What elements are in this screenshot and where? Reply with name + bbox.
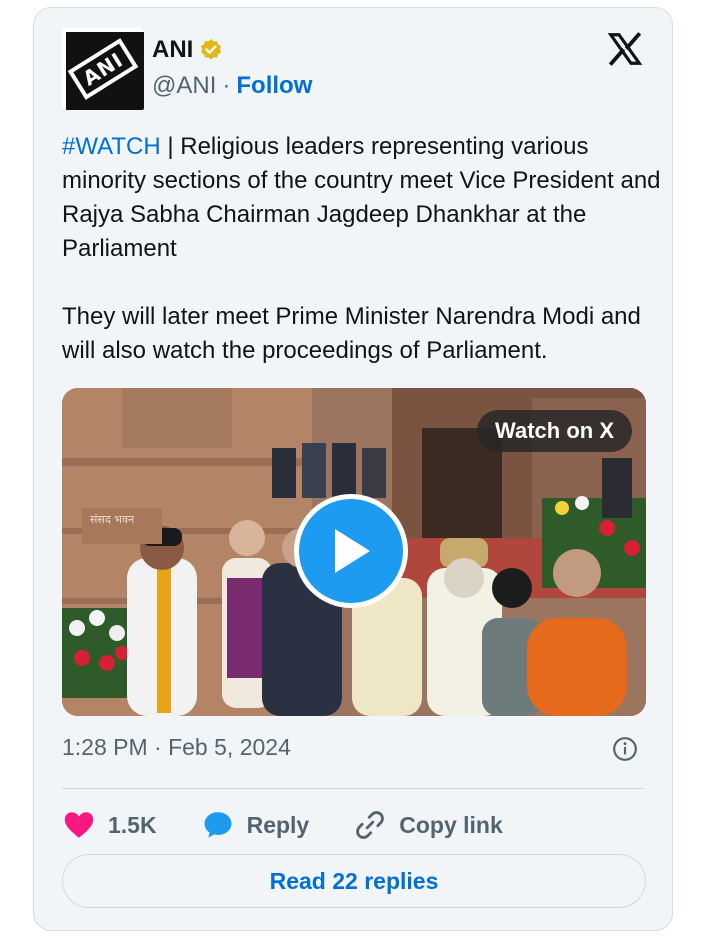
info-icon[interactable] bbox=[612, 736, 638, 762]
tweet-timestamp[interactable]: 1:28 PM · Feb 5, 2024 bbox=[62, 734, 291, 761]
x-logo-icon[interactable] bbox=[606, 30, 644, 68]
read-replies-button[interactable]: Read 22 replies bbox=[62, 854, 646, 908]
author-name-row: ANI bbox=[152, 36, 223, 64]
follow-button[interactable]: Follow bbox=[236, 72, 312, 100]
watch-on-x-button[interactable]: Watch on X bbox=[477, 410, 632, 452]
reply-bubble-icon bbox=[204, 812, 232, 838]
copy-link-label: Copy link bbox=[399, 811, 503, 838]
tweet-text: #WATCH | Religious leaders representing … bbox=[62, 130, 662, 368]
ani-logo: ANI bbox=[67, 38, 139, 100]
like-button[interactable]: 1.5K bbox=[62, 808, 157, 842]
video-thumbnail[interactable]: संसद भवन Watch on X bbox=[62, 388, 646, 716]
tweet-card: ANI ANI @ANI · Follow #WATCH | Religious… bbox=[33, 7, 673, 931]
play-icon bbox=[335, 529, 370, 573]
author-name[interactable]: ANI bbox=[152, 36, 193, 64]
author-handle[interactable]: @ANI bbox=[152, 72, 216, 100]
play-button[interactable] bbox=[294, 494, 408, 608]
author-avatar[interactable]: ANI bbox=[62, 28, 144, 110]
divider bbox=[62, 788, 644, 789]
link-icon bbox=[356, 811, 385, 839]
reply-button[interactable]: Reply bbox=[201, 808, 310, 842]
action-bar: 1.5K Reply Copy link bbox=[62, 800, 547, 850]
hashtag-link[interactable]: #WATCH bbox=[62, 133, 161, 160]
copy-link-button[interactable]: Copy link bbox=[353, 808, 503, 842]
author-handle-row: @ANI · Follow bbox=[152, 72, 312, 100]
reply-label: Reply bbox=[246, 811, 310, 838]
heart-icon bbox=[64, 812, 94, 838]
read-replies-label: Read 22 replies bbox=[269, 867, 439, 894]
tweet-body: | Religious leaders representing various… bbox=[62, 133, 661, 364]
likes-count: 1.5K bbox=[108, 811, 157, 838]
separator-dot: · bbox=[222, 72, 231, 99]
verified-badge-icon bbox=[201, 39, 222, 60]
building-sign: संसद भवन bbox=[90, 513, 135, 526]
